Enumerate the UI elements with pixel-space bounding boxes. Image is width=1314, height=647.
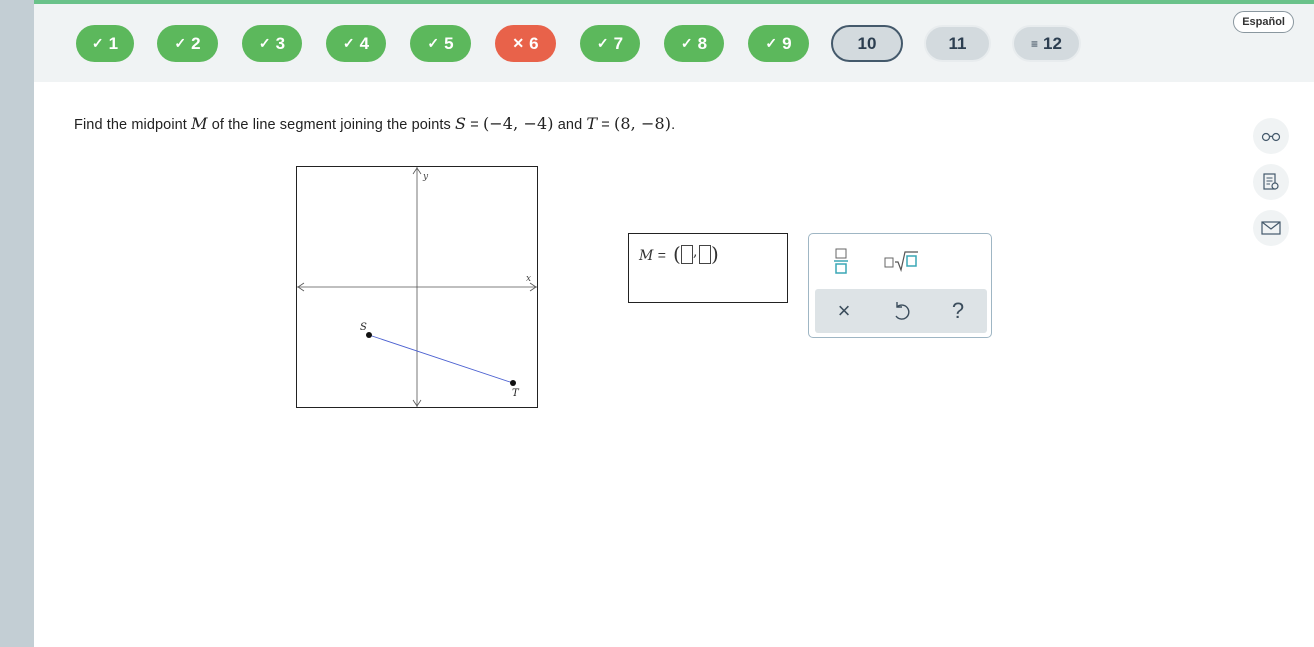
- check-icon: ✓: [680, 35, 693, 51]
- question-pill-label: 6: [529, 33, 539, 53]
- graph-svg: y x S T: [297, 167, 537, 407]
- notes-icon[interactable]: [1253, 164, 1289, 200]
- left-rail: [0, 0, 34, 647]
- check-icon: ✓: [91, 35, 104, 51]
- var-m: M: [191, 114, 208, 133]
- question-pill-8[interactable]: ✓ 8: [664, 25, 724, 62]
- question-prompt: Find the midpoint M of the line segment …: [74, 114, 675, 133]
- point-s-label: S: [360, 322, 367, 333]
- point-t-coords: (8, −8): [614, 114, 672, 133]
- check-icon: ✓: [174, 35, 187, 51]
- x-icon: ✕: [512, 35, 525, 51]
- question-pill-4[interactable]: ✓ 4: [326, 25, 386, 62]
- fraction-icon[interactable]: [829, 246, 853, 276]
- x-axis-label: x: [526, 274, 531, 284]
- open-paren: (: [673, 242, 681, 266]
- math-palette: × ?: [808, 233, 992, 338]
- question-pill-10[interactable]: 10: [831, 25, 903, 62]
- check-icon: ✓: [342, 35, 355, 51]
- question-pill-9[interactable]: ✓ 9: [748, 25, 809, 62]
- question-pill-label: 2: [191, 33, 201, 53]
- question-pill-2[interactable]: ✓ 2: [157, 25, 218, 62]
- question-nav-header: ✓ 1 ✓ 2 ✓ 3 ✓ 4 ✓ 5 ✕ 6 ✓ 7 ✓ 8 ✓ 9 10 11 ≡ 12 Español: [34, 4, 1314, 82]
- question-text: and: [557, 117, 583, 133]
- close-paren: ): [711, 242, 719, 266]
- undo-icon[interactable]: [886, 295, 916, 327]
- language-toggle-button[interactable]: Español: [1233, 11, 1294, 33]
- question-pill-label: 10: [857, 33, 877, 53]
- point-s-coords: (−4, −4): [482, 114, 554, 133]
- glasses-icon[interactable]: [1253, 118, 1289, 154]
- var-s: S: [455, 114, 467, 133]
- question-pill-label: 4: [359, 33, 370, 53]
- question-pill-3[interactable]: ✓ 3: [242, 25, 302, 62]
- check-icon: ✓: [258, 35, 271, 51]
- question-pill-label: 3: [275, 33, 286, 53]
- question-pill-6[interactable]: ✕ 6: [495, 25, 556, 62]
- equals-sign: =: [601, 117, 610, 133]
- period: .: [671, 117, 676, 133]
- answer-label: M =: [639, 247, 666, 264]
- list-icon: ≡: [1031, 36, 1039, 51]
- coordinate-graph: y x S T: [296, 166, 538, 408]
- question-text: of the line segment joining the points: [211, 117, 451, 133]
- question-pill-label: 11: [948, 33, 967, 53]
- question-text: Find the midpoint: [74, 117, 187, 133]
- question-pill-label: 5: [444, 33, 454, 53]
- check-icon: ✓: [596, 35, 609, 51]
- mail-icon[interactable]: [1253, 210, 1289, 246]
- x-coordinate-slot[interactable]: [681, 245, 693, 264]
- y-coordinate-slot[interactable]: [699, 245, 711, 264]
- clear-button[interactable]: ×: [829, 295, 859, 327]
- check-icon: ✓: [427, 35, 440, 51]
- check-icon: ✓: [765, 35, 778, 51]
- question-pill-label: 1: [108, 33, 119, 53]
- answer-input-box[interactable]: M = ( , ): [628, 233, 788, 303]
- sqrt-icon[interactable]: [881, 246, 921, 276]
- question-pill-label: 12: [1043, 33, 1062, 53]
- segment-st: [368, 334, 514, 384]
- y-axis-label: y: [422, 172, 429, 182]
- point-t-dot: [510, 380, 516, 386]
- question-pill-label: 8: [697, 33, 708, 53]
- comma: ,: [693, 244, 698, 260]
- equals-sign: =: [470, 117, 479, 133]
- question-pill-7[interactable]: ✓ 7: [580, 25, 640, 62]
- question-pill-label: 9: [782, 33, 792, 53]
- point-s-dot: [366, 332, 372, 338]
- question-pill-5[interactable]: ✓ 5: [410, 25, 471, 62]
- point-t-label: T: [512, 388, 520, 399]
- palette-action-row: × ?: [815, 289, 987, 333]
- var-t: T: [586, 114, 598, 133]
- question-pill-1[interactable]: ✓ 1: [76, 25, 134, 62]
- question-pill-12[interactable]: ≡ 12: [1012, 25, 1081, 62]
- question-pill-11[interactable]: 11: [924, 25, 991, 62]
- question-pill-label: 7: [613, 33, 624, 53]
- help-button[interactable]: ?: [943, 295, 973, 327]
